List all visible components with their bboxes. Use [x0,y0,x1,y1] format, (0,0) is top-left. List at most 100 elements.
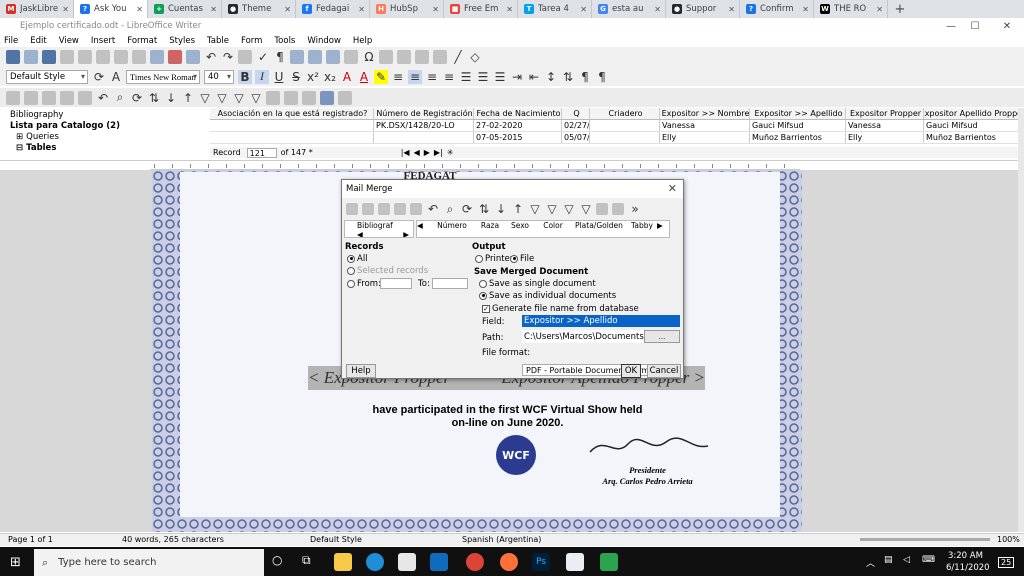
menu-file[interactable]: File [4,36,18,46]
print-icon[interactable] [78,50,92,64]
paste-record-icon[interactable] [410,203,422,215]
find-icon[interactable]: ⌕ [443,202,457,216]
standard-filter-icon[interactable]: ▽ [232,91,246,105]
records-all-radio[interactable]: All [347,254,368,264]
cut-record-icon[interactable] [378,203,390,215]
browser-tab[interactable]: H HubSp ✕ [370,0,444,18]
expand-icon[interactable]: ⊞ [16,132,23,142]
output-printer-radio[interactable]: Printer [475,254,513,264]
mini-col-header[interactable]: Color [535,221,571,230]
help-button[interactable]: Help [346,364,376,378]
browser-tab[interactable]: Gesta au ✕ [592,0,666,18]
menu-tools[interactable]: Tools [274,36,295,46]
tab-close-icon[interactable]: ✕ [358,5,365,14]
tree-item-bibliography[interactable]: Bibliography [4,109,204,120]
spelling-icon[interactable]: ✓ [256,50,270,64]
radio-indicator[interactable] [347,279,355,288]
edit-data-icon[interactable] [24,90,38,105]
table-cell[interactable]: 07-05-2015 [474,132,562,143]
refresh-icon[interactable]: ⟳ [130,91,144,105]
browser-tab[interactable]: ● Theme ✕ [222,0,296,18]
scroll-right-icon[interactable]: ▶ [403,230,409,237]
numbering-icon[interactable]: ☰ [476,70,490,84]
insert-image-icon[interactable] [308,50,322,64]
mini-col-header[interactable]: Plata/Golden [571,221,627,230]
scroll-left-icon[interactable]: ◀ [357,230,363,237]
maximize-button[interactable]: ☐ [960,18,990,34]
edge-icon[interactable] [366,553,384,571]
column-header[interactable]: Asociación en la que está registrado? [210,108,374,119]
superscript-icon[interactable]: x² [306,70,320,84]
table-cell[interactable]: Muñoz Barrientos [750,132,846,143]
radio-indicator[interactable] [347,254,355,263]
output-file-radio[interactable]: File [510,254,534,264]
table-row[interactable]: 07-05-2015 05/07/Elly Muñoz Barrientos Elly… [210,132,1020,144]
basic-shapes-icon[interactable]: ◇ [468,50,482,64]
table-cell[interactable]: Vanessa [846,120,924,131]
browser-tab[interactable]: f Fedagai ✕ [296,0,370,18]
save-icon[interactable] [42,50,56,64]
ok-button[interactable]: OK [621,364,641,378]
expand-icon[interactable]: ⊟ [16,143,23,153]
tab-close-icon[interactable]: ✕ [580,5,587,14]
zoom-level[interactable]: 100% [997,535,1020,544]
subscript-icon[interactable]: x₂ [323,70,337,84]
paste-record-icon[interactable] [78,90,92,105]
data-to-text-icon[interactable] [596,203,608,215]
para-spacing-icon[interactable]: ⇅ [561,70,575,84]
autofilter-icon[interactable]: ▽ [198,91,212,105]
browser-tab[interactable]: ? Ask You ✕ [74,0,148,18]
new-record-icon[interactable]: ✳ [447,148,454,157]
undo-record-icon[interactable]: ↶ [96,91,110,105]
tab-close-icon[interactable]: ✕ [432,5,439,14]
records-from-radio[interactable]: From: [347,279,381,289]
insert-footnote-icon[interactable] [397,50,411,64]
copy-icon[interactable] [132,50,146,64]
dialog-close-icon[interactable]: ✕ [668,182,677,195]
column-header[interactable]: Q [562,108,590,119]
apply-filter-icon[interactable]: ▽ [545,202,559,216]
browser-tab[interactable]: W THE RO ✕ [814,0,888,18]
table-cell[interactable]: Elly [846,132,924,143]
taskbar-search[interactable]: ⌕ Type here to search [34,549,264,576]
volume-icon[interactable]: ◁ [903,555,910,565]
insert-textbox-icon[interactable] [344,50,358,64]
font-effects-icon[interactable]: A [340,70,354,84]
cancel-button[interactable]: Cancel [647,364,681,378]
clock-date[interactable]: 6/11/2020 [946,563,990,573]
column-header[interactable]: Fecha de Nacimiento [474,108,562,119]
insert-hyperlink-icon[interactable] [379,50,393,64]
tree-item-tables[interactable]: ⊟ Tables [4,142,204,153]
standard-filter-icon[interactable]: ▽ [562,202,576,216]
bold-icon[interactable]: B [238,69,252,84]
browser-tab[interactable]: ● Suppor ✕ [666,0,740,18]
record-input[interactable]: 121 [246,147,277,158]
tab-close-icon[interactable]: ✕ [62,5,69,14]
notification-badge[interactable]: 25 [998,557,1015,568]
insert-chart-icon[interactable] [326,50,340,64]
scroll-right-icon[interactable]: ▶ [657,221,667,230]
undo-icon[interactable]: ↶ [204,50,218,64]
bullets-icon[interactable]: ☰ [459,70,473,84]
font-name-select[interactable]: Times New Roman [126,69,200,84]
clock-time[interactable]: 3:20 AM [948,551,983,561]
sort-ascending-icon[interactable]: ↓ [494,202,508,216]
browser-tab[interactable]: + Cuentas ✕ [148,0,222,18]
path-input[interactable]: C:\Users\Marcos\Documents [522,330,644,343]
copy-record-icon[interactable] [394,203,406,215]
scroll-left-icon[interactable]: ◀ [417,221,429,230]
checkbox-indicator[interactable]: ✓ [482,304,490,313]
line-spacing-icon[interactable]: ↕ [544,70,558,84]
chrome-icon[interactable] [466,553,484,571]
rtl-icon[interactable]: ¶ [595,70,609,84]
tree-item-lista[interactable]: Lista para Catalogo (2) [4,120,204,131]
strikethrough-icon[interactable]: S [289,70,303,84]
font-color-icon[interactable]: A [357,70,371,84]
more-icon[interactable]: » [628,202,642,216]
insert-special-char-icon[interactable]: Ω [362,50,376,64]
table-cell[interactable]: 27-02-2020 [474,120,562,131]
menu-help[interactable]: Help [353,36,372,46]
language[interactable]: Spanish (Argentina) [462,535,541,544]
first-record-icon[interactable]: |◀ [401,148,410,157]
sort-icon[interactable]: ⇅ [147,91,161,105]
